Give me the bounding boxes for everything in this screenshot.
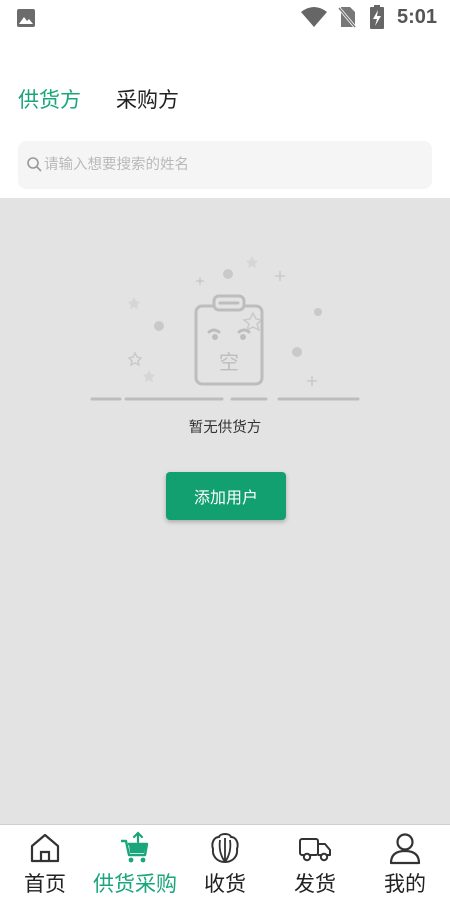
list-area: 空 暂无供货方 添加用户	[0, 198, 450, 824]
nav-receive[interactable]: 收货	[180, 825, 270, 900]
gallery-icon	[17, 9, 35, 27]
top-tabs: 供货方 采购方	[0, 84, 450, 124]
nav-receive-label: 收货	[204, 872, 246, 896]
nav-me[interactable]: 我的	[360, 825, 450, 900]
truck-icon	[299, 838, 331, 862]
search-bar	[18, 141, 432, 189]
nav-ship[interactable]: 发货	[270, 825, 360, 900]
status-time: 5:01	[397, 6, 438, 28]
nav-home[interactable]: 首页	[0, 825, 90, 900]
empty-clipboard-illustration: 空	[90, 256, 360, 401]
cart-icon	[121, 831, 149, 863]
receive-icon	[211, 833, 239, 864]
nav-me-label: 我的	[384, 872, 426, 896]
nav-supply-purchase-label: 供货采购	[93, 872, 177, 896]
status-bar: 5:01	[0, 0, 450, 36]
tab-supplier[interactable]: 供货方	[18, 84, 81, 114]
search-icon	[27, 157, 42, 172]
nav-supply-purchase[interactable]: 供货采购	[90, 825, 180, 900]
no-sim-icon	[338, 7, 356, 28]
add-user-button[interactable]: 添加用户	[166, 472, 286, 520]
tab-purchaser[interactable]: 采购方	[116, 84, 179, 114]
user-icon	[389, 833, 421, 865]
battery-charging-icon	[370, 5, 384, 29]
wifi-icon	[301, 7, 327, 27]
empty-illustration-text: 空	[219, 350, 239, 374]
empty-message: 暂无供货方	[188, 420, 262, 436]
nav-home-label: 首页	[24, 872, 66, 896]
nav-ship-label: 发货	[294, 872, 336, 896]
bottom-nav: 首页 供货采购 收货 发货 我的	[0, 824, 450, 900]
search-input[interactable]	[44, 141, 424, 189]
home-icon	[30, 833, 60, 863]
